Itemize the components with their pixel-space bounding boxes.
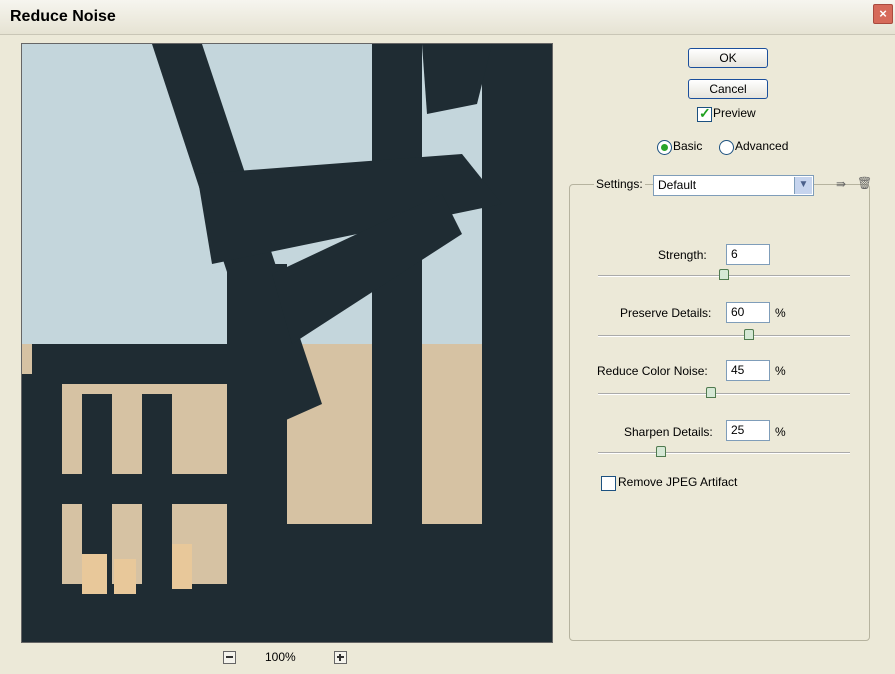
image-preview[interactable] <box>21 43 553 643</box>
close-icon[interactable]: × <box>873 4 893 24</box>
preserve-details-label: Preserve Details: <box>620 306 712 320</box>
basic-label: Basic <box>673 139 703 153</box>
remove-jpeg-artifact-checkbox[interactable] <box>601 476 616 491</box>
strength-slider-thumb[interactable] <box>719 269 729 280</box>
delete-settings-icon[interactable]: 🗑 <box>857 176 872 190</box>
preserve-details-slider[interactable] <box>598 329 850 340</box>
save-settings-icon[interactable]: ⇛ <box>836 177 846 191</box>
settings-value: Default <box>658 178 697 192</box>
sharpen-details-slider[interactable] <box>598 446 850 457</box>
reduce-color-noise-field[interactable]: 45 <box>726 360 770 381</box>
preserve-details-slider-thumb[interactable] <box>744 329 755 340</box>
preserve-details-field[interactable]: 60 <box>726 302 770 323</box>
zoom-out-icon[interactable] <box>223 651 236 664</box>
settings-label: Settings: <box>594 177 645 191</box>
checkmark-icon: ✓ <box>699 105 711 121</box>
settings-select[interactable]: Default ▼ <box>653 175 814 196</box>
strength-slider[interactable] <box>598 269 850 280</box>
preserve-details-unit: % <box>775 306 786 320</box>
sharpen-details-slider-thumb[interactable] <box>656 446 666 457</box>
strength-label: Strength: <box>658 248 707 262</box>
reduce-color-noise-slider-thumb[interactable] <box>706 387 717 398</box>
zoom-bar: 100% <box>0 648 560 668</box>
sharpen-details-unit: % <box>775 425 786 439</box>
window-title: Reduce Noise <box>10 8 116 25</box>
strength-field[interactable]: 6 <box>726 244 770 265</box>
chevron-down-icon[interactable]: ▼ <box>794 177 812 194</box>
preview-checkbox[interactable]: ✓ <box>697 105 712 122</box>
ok-button[interactable]: OK <box>688 48 768 68</box>
preview-label: Preview <box>713 106 756 120</box>
settings-group <box>569 184 870 641</box>
reduce-color-noise-label: Reduce Color Noise: <box>597 364 708 378</box>
remove-jpeg-artifact-label: Remove JPEG Artifact <box>618 475 738 489</box>
sharpen-details-label: Sharpen Details: <box>624 425 713 439</box>
zoom-in-icon[interactable] <box>334 651 347 664</box>
cancel-button[interactable]: Cancel <box>688 79 768 99</box>
reduce-color-noise-slider[interactable] <box>598 387 850 398</box>
preview-image <box>22 44 552 642</box>
zoom-level: 100% <box>265 650 296 664</box>
reduce-color-noise-unit: % <box>775 364 786 378</box>
sharpen-details-field[interactable]: 25 <box>726 420 770 441</box>
basic-radio[interactable] <box>657 140 672 155</box>
advanced-radio[interactable] <box>719 140 734 155</box>
title-bar: Reduce Noise × <box>0 0 895 35</box>
advanced-label: Advanced <box>735 139 789 153</box>
